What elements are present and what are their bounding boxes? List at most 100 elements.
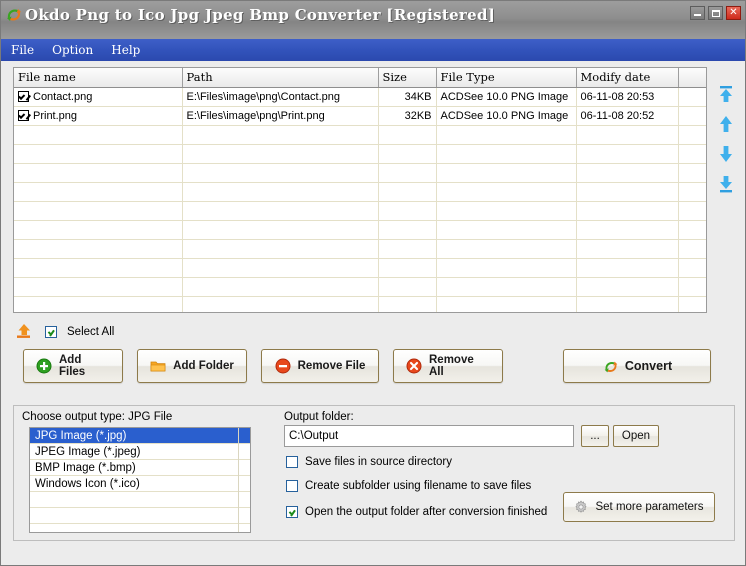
table-row-empty[interactable] [14,258,706,278]
cell-path: E:\Files\image\png\Contact.png [182,87,379,107]
close-button[interactable]: ✕ [726,6,741,20]
column-header-blank[interactable] [678,68,706,88]
column-header-file-name[interactable]: File name [14,68,183,88]
output-type-item[interactable]: JPG Image (*.jpg) [30,428,250,444]
table-row-empty[interactable] [14,220,706,240]
add-files-label: Add Files [59,354,86,378]
window-controls: ✕ [690,6,741,20]
menu-help[interactable]: Help [109,42,142,58]
set-more-parameters-button[interactable]: Set more parameters [563,492,715,522]
cell-size: 34KB [378,87,437,107]
convert-arrows-icon [602,358,618,374]
window-title: Okdo Png to Ico Jpg Jpeg Bmp Converter [… [25,6,496,24]
cell-blank [678,106,706,126]
output-type-listbox[interactable]: JPG Image (*.jpg) JPEG Image (*.jpeg) BMP … [29,427,251,533]
cell-file-name[interactable]: Contact.png [14,87,183,107]
table-row-empty[interactable] [14,125,706,145]
move-up-button[interactable] [717,115,735,133]
output-type-item[interactable]: BMP Image (*.bmp) [30,460,250,476]
row-checkbox[interactable] [18,109,29,121]
open-folder-button[interactable]: Open [613,425,659,447]
output-type-label: Choose output type: JPG File [19,411,176,423]
save-in-source-checkbox[interactable] [286,456,298,468]
column-header-path[interactable]: Path [182,68,379,88]
remove-all-button[interactable]: Remove All [393,349,503,383]
green-plus-icon [36,358,52,374]
cell-file-name[interactable]: Print.png [14,106,183,126]
add-files-button[interactable]: Add Files [23,349,123,383]
option-save-in-source-directory[interactable]: Save files in source directory [286,456,452,468]
file-list-table: File name Path Size File Type Modify dat… [14,68,706,312]
option-create-subfolder[interactable]: Create subfolder using filename to save … [286,480,531,492]
option-open-output-folder[interactable]: Open the output folder after conversion … [286,506,547,518]
option-label: Open the output folder after conversion … [305,506,548,518]
output-type-item-empty [30,524,250,532]
output-type-item[interactable]: JPEG Image (*.jpeg) [30,444,250,460]
select-all-label: Select All [67,326,115,338]
open-output-folder-checkbox[interactable] [286,506,298,518]
table-row[interactable]: Contact.png E:\Files\image\png\Contact.pn… [14,87,706,107]
application-window: Okdo Png to Ico Jpg Jpeg Bmp Converter [… [0,0,746,566]
set-more-parameters-label: Set more parameters [595,501,704,513]
output-type-item[interactable]: Windows Icon (*.ico) [30,476,250,492]
file-name-text: Print.png [33,109,78,122]
cell-path: E:\Files\image\png\Print.png [182,106,379,126]
red-minus-icon [275,358,291,374]
menu-file[interactable]: File [9,42,36,58]
listbox-column-divider [238,428,239,532]
add-folder-button[interactable]: Add Folder [137,349,247,383]
action-buttons: Add Files Add Folder Remove File Remove … [23,349,503,383]
cell-modify-date: 06-11-08 20:53 [576,87,679,107]
menu-option[interactable]: Option [50,42,95,58]
column-header-file-type[interactable]: File Type [436,68,577,88]
column-header-modify-date[interactable]: Modify date [576,68,679,88]
move-down-button[interactable] [717,145,735,163]
menu-bar: File Option Help [1,39,745,61]
remove-all-label: Remove All [429,354,474,378]
convert-label: Convert [624,359,673,373]
create-subfolder-checkbox[interactable] [286,480,298,492]
maximize-button[interactable] [708,6,723,20]
table-row-empty[interactable] [14,277,706,297]
minimize-button[interactable] [690,6,705,20]
title-bar: Okdo Png to Ico Jpg Jpeg Bmp Converter [… [1,1,745,39]
file-name-text: Contact.png [33,90,93,103]
file-list-body: Contact.png E:\Files\image\png\Contact.pn… [14,87,706,312]
add-folder-label: Add Folder [173,360,234,372]
listbox-rows: JPG Image (*.jpg) JPEG Image (*.jpeg) BMP … [30,428,250,532]
orange-folder-icon [150,358,166,374]
row-checkbox[interactable] [18,90,29,102]
cell-file-type: ACDSee 10.0 PNG Image [436,87,577,107]
output-folder-input[interactable] [284,425,574,447]
move-to-bottom-button[interactable] [717,175,735,193]
column-header-size[interactable]: Size [378,68,437,88]
output-type-item-empty [30,492,250,508]
table-row[interactable]: Print.png E:\Files\image\png\Print.png 32K… [14,106,706,126]
output-type-item-empty [30,508,250,524]
table-row-empty[interactable] [14,239,706,259]
table-row-empty[interactable] [14,163,706,183]
table-row-empty[interactable] [14,201,706,221]
app-icon [4,5,24,25]
table-row-empty[interactable] [14,296,706,312]
table-row-empty[interactable] [14,144,706,164]
option-label: Save files in source directory [305,456,453,468]
cell-file-type: ACDSee 10.0 PNG Image [436,106,577,126]
browse-folder-button[interactable]: ... [581,425,609,447]
output-folder-label: Output folder: [284,411,354,423]
reorder-buttons [713,85,739,193]
convert-button[interactable]: Convert [563,349,711,383]
remove-file-button[interactable]: Remove File [261,349,379,383]
move-up-tray-icon[interactable] [15,323,35,341]
select-all-checkbox[interactable] [45,326,57,338]
remove-file-label: Remove File [297,360,366,372]
cell-modify-date: 06-11-08 20:52 [576,106,679,126]
file-list-panel[interactable]: File name Path Size File Type Modify dat… [13,67,707,313]
move-to-top-button[interactable] [717,85,735,103]
select-all-row: Select All [15,323,114,341]
gear-icon [574,500,588,514]
table-row-empty[interactable] [14,182,706,202]
cell-blank [678,87,706,107]
red-x-icon [406,358,422,374]
table-header-row: File name Path Size File Type Modify dat… [14,68,706,88]
